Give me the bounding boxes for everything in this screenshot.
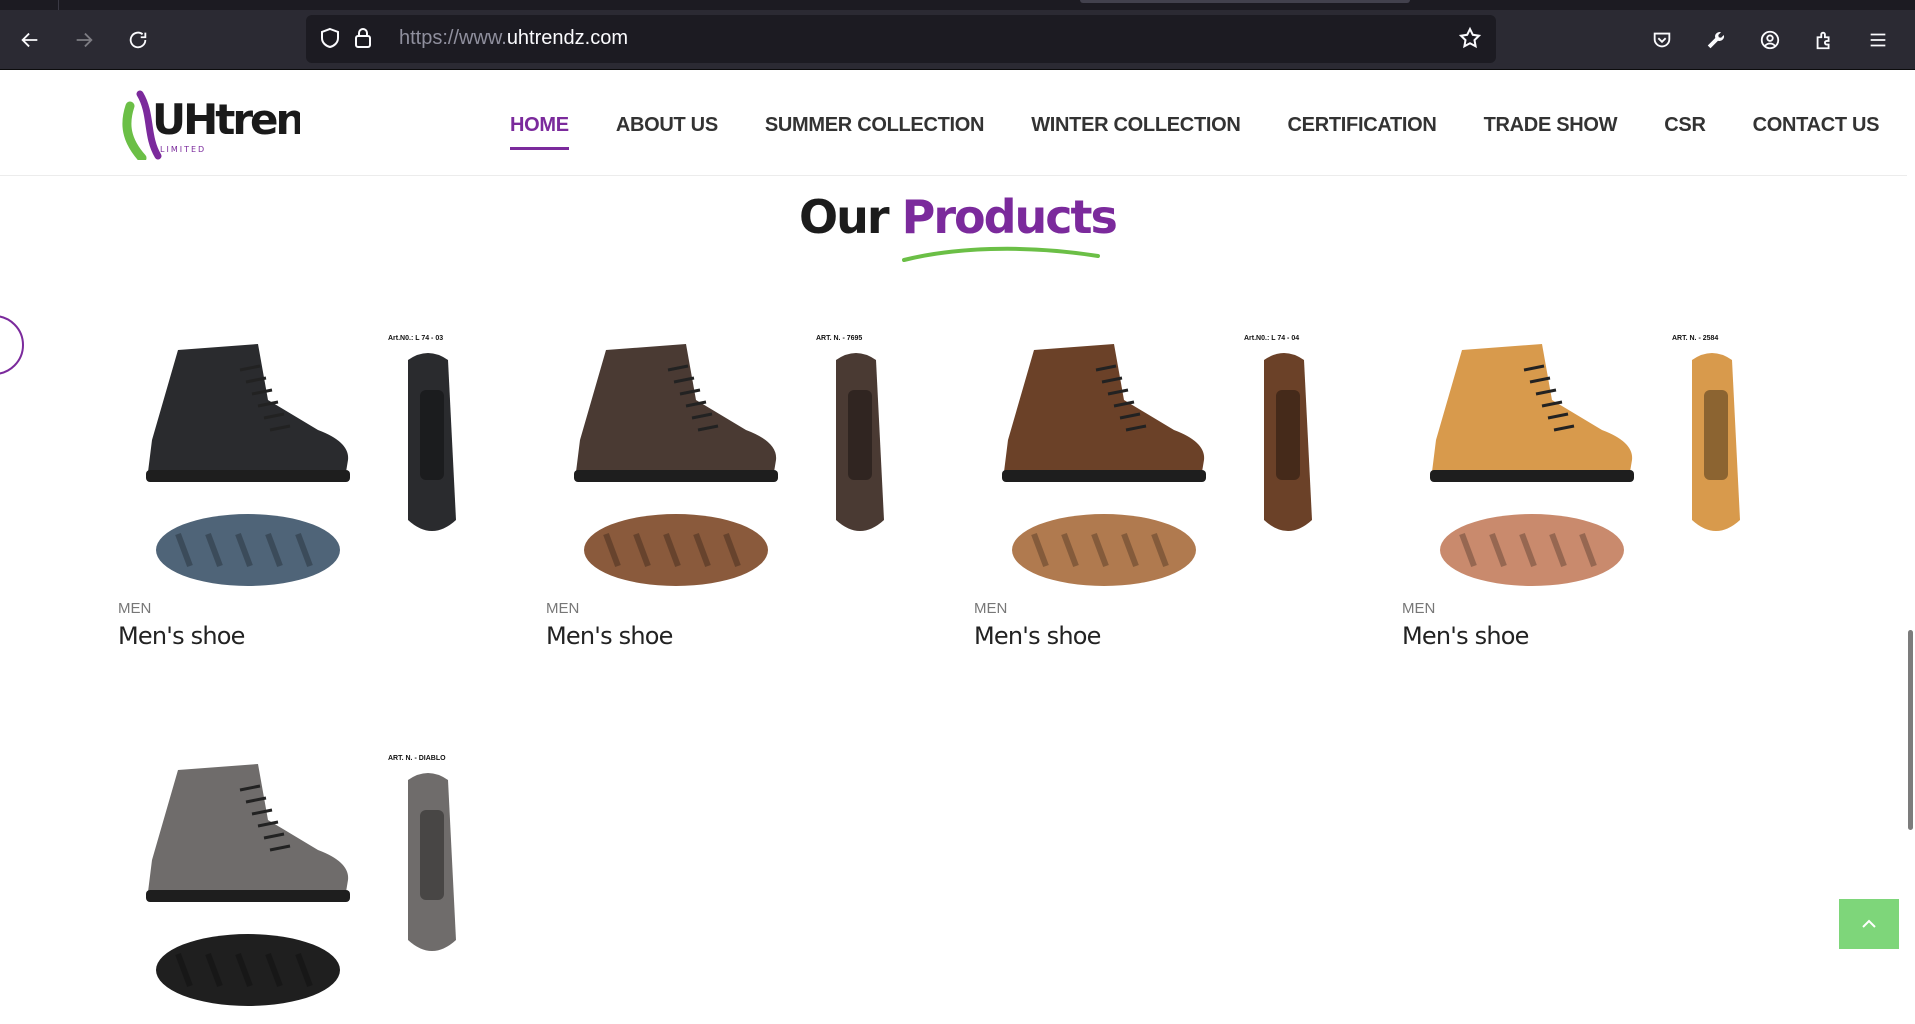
boot-outsole [146,470,350,482]
boot-front-laces [420,810,444,900]
reload-icon[interactable] [120,22,156,58]
extensions-icon[interactable] [1806,22,1842,58]
nav-winter-collection[interactable]: WINTER COLLECTION [1031,114,1241,137]
site-header: UHtrendz LIMITED HOME ABOUT US SUMMER CO… [0,70,1915,176]
product-card[interactable]: ART. N. - DIABLO [118,740,528,1020]
title-underline-swoosh [902,246,1100,262]
article-number: ART. N. - 7695 [816,335,862,342]
nav-certification[interactable]: CERTIFICATION [1288,114,1437,137]
boot-outsole [1002,470,1206,482]
boot-side-view [148,344,349,472]
active-tab-edge[interactable] [1080,0,1410,3]
boot-outsole [574,470,778,482]
nav-about-us[interactable]: ABOUT US [616,114,718,137]
article-number: ART. N. - 2584 [1672,335,1718,342]
page-scrollbar[interactable] [1907,70,1915,949]
product-card[interactable]: ART. N. - 2584 MEN Men's shoe [1402,320,1812,650]
main-nav: HOME ABOUT US SUMMER COLLECTION WINTER C… [510,114,1915,150]
back-icon[interactable] [12,22,48,58]
product-image[interactable]: ART. N. - DIABLO [118,740,528,1020]
wrench-icon[interactable] [1698,22,1734,58]
nav-trade-show[interactable]: TRADE SHOW [1484,114,1618,137]
product-category: MEN [118,600,152,617]
lock-icon[interactable] [352,26,374,54]
bookmark-star-icon[interactable] [1458,26,1482,54]
nav-summer-collection[interactable]: SUMMER COLLECTION [765,114,985,137]
tab-separator [58,0,59,10]
scrollbar-thumb[interactable] [1908,630,1913,830]
logo-subtext: LIMITED [160,145,206,154]
product-card[interactable]: Art.N0.: L 74 - 03 MEN Men's shoe [118,320,528,650]
product-name[interactable]: Men's shoe [974,622,1384,650]
product-image[interactable]: ART. N. - 2584 [1402,320,1812,600]
browser-toolbar: https://www.uhtrendz.com [0,10,1915,70]
chevron-up-icon [1862,919,1876,928]
article-number: Art.N0.: L 74 - 03 [388,335,443,342]
product-image[interactable]: Art.N0.: L 74 - 03 [118,320,528,600]
section-title: Our Products [0,190,1915,244]
boot-front-laces [420,390,444,480]
boot-side-view [1432,344,1633,472]
boot-illustration: ART. N. - 2584 [1430,335,1740,586]
pocket-icon[interactable] [1644,22,1680,58]
shield-icon[interactable] [318,26,342,54]
boot-illustration: ART. N. - 7695 [574,335,884,586]
address-bar[interactable]: https://www.uhtrendz.com [306,15,1496,63]
tab-strip [0,0,1915,10]
boot-illustration: ART. N. - DIABLO [146,755,456,1006]
menu-icon[interactable] [1860,22,1896,58]
article-number: ART. N. - DIABLO [388,755,446,762]
boot-side-view [1004,344,1205,472]
product-card[interactable]: Art.N0.: L 74 - 04 MEN Men's shoe [974,320,1384,650]
site-logo[interactable]: UHtrendz LIMITED [122,84,355,163]
forward-icon[interactable] [66,22,102,58]
nav-contact-us[interactable]: CONTACT US [1753,114,1880,137]
boot-side-view [576,344,777,472]
boot-side-view [148,764,349,892]
product-category: MEN [1402,600,1436,617]
side-circle-decoration [0,315,24,375]
boot-illustration: Art.N0.: L 74 - 04 [1002,335,1312,586]
product-name[interactable]: Men's shoe [1402,622,1812,650]
logo-text: UHtrendz [152,95,300,144]
boot-front-laces [1276,390,1300,480]
product-category: MEN [974,600,1008,617]
product-name[interactable]: Men's shoe [118,622,528,650]
nav-csr[interactable]: CSR [1664,114,1706,137]
product-category: MEN [546,600,580,617]
product-name[interactable]: Men's shoe [546,622,956,650]
boot-front-laces [848,390,872,480]
boot-front-laces [1704,390,1728,480]
boot-illustration: Art.N0.: L 74 - 03 [146,335,456,586]
section-title-accent: Products [901,190,1118,244]
article-number: Art.N0.: L 74 - 04 [1244,335,1299,342]
section-title-plain: Our [799,190,890,244]
boot-outsole [1430,470,1634,482]
product-card[interactable]: ART. N. - 7695 MEN Men's shoe [546,320,956,650]
product-image[interactable]: ART. N. - 7695 [546,320,956,600]
boot-outsole [146,890,350,902]
url-text[interactable]: https://www.uhtrendz.com [399,27,628,50]
nav-home[interactable]: HOME [510,114,569,150]
scroll-to-top-button[interactable] [1839,899,1899,949]
account-icon[interactable] [1752,22,1788,58]
product-image[interactable]: Art.N0.: L 74 - 04 [974,320,1384,600]
